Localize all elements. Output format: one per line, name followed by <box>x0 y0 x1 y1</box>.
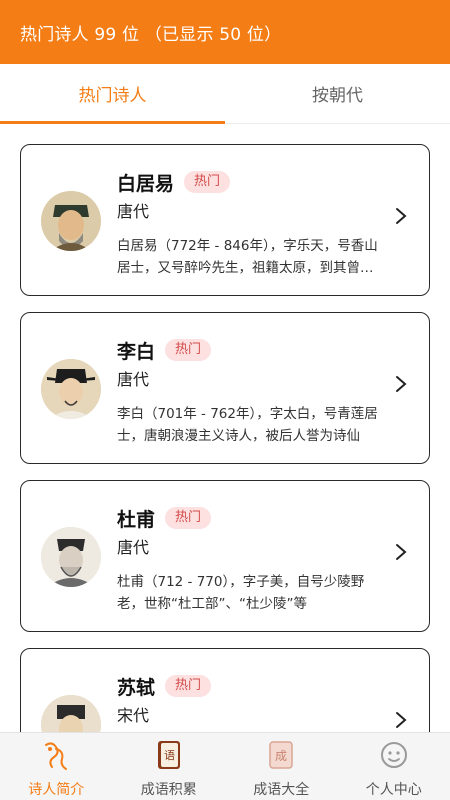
idiom-book-icon: 语 <box>157 741 180 769</box>
nav-item-idiom-collection[interactable]: 成 成语大全 <box>225 733 338 800</box>
poet-card[interactable]: 杜甫 热门 唐代 杜甫（712 - 770），字子美，自号少陵野老，世称“杜工部… <box>20 480 430 632</box>
chevron-right-icon <box>396 376 407 392</box>
poet-name: 苏轼 <box>117 676 156 699</box>
poet-card[interactable]: 白居易 热门 唐代 白居易（772年 - 846年），字乐天，号香山居士，又号醉… <box>20 144 430 296</box>
nav-item-poets[interactable]: 诗人简介 <box>0 733 113 800</box>
poet-dynasty: 宋代 <box>117 706 150 725</box>
poet-name: 杜甫 <box>117 508 156 531</box>
hot-badge: 热门 <box>165 507 212 529</box>
poet-dynasty: 唐代 <box>117 370 150 389</box>
poet-name: 白居易 <box>117 172 175 195</box>
poet-name: 李白 <box>117 340 156 363</box>
svg-text:语: 语 <box>164 749 175 762</box>
poet-card[interactable]: 李白 热门 唐代 李白（701年 - 762年），字太白，号青莲居士，唐朝浪漫主… <box>20 312 430 464</box>
top-app-bar: 热门诗人 99 位 （已显示 50 位） <box>0 0 450 64</box>
poet-description: 杜甫（712 - 770），字子美，自号少陵野老，世称“杜工部”、“杜少陵”等 <box>117 574 365 612</box>
chevron-right-icon <box>396 208 407 224</box>
nav-label: 成语大全 <box>253 782 310 798</box>
chevron-right-icon <box>396 712 407 728</box>
tab-hot-poets[interactable]: 热门诗人 <box>0 64 225 124</box>
nav-label: 成语积累 <box>140 782 197 798</box>
profile-face-icon <box>380 742 407 768</box>
hot-badge: 热门 <box>165 339 212 361</box>
tab-by-dynasty[interactable]: 按朝代 <box>225 64 450 123</box>
hot-badge: 热门 <box>165 675 212 697</box>
poet-dynasty: 唐代 <box>117 202 150 221</box>
poet-portrait <box>41 191 101 251</box>
poet-portrait <box>41 359 101 419</box>
poet-list[interactable]: 白居易 热门 唐代 白居易（772年 - 846年），字乐天，号香山居士，又号醉… <box>0 124 450 732</box>
chevron-right-icon <box>396 544 407 560</box>
poet-card[interactable]: 苏轼 热门 宋代 <box>20 648 430 732</box>
nav-label: 诗人简介 <box>28 782 85 798</box>
idiom-collection-icon: 成 <box>269 741 293 769</box>
tab-bar: 热门诗人 按朝代 <box>0 64 450 124</box>
poet-portrait <box>41 527 101 587</box>
poet-dynasty: 唐代 <box>117 538 150 557</box>
poet-description: 李白（701年 - 762年），字太白，号青莲居士，唐朝浪漫主义诗人，被后人誉为… <box>117 406 378 444</box>
poet-description: 白居易（772年 - 846年），字乐天，号香山居士，又号醉吟先生，祖籍太原，到… <box>117 238 378 276</box>
svg-text:成: 成 <box>275 749 287 763</box>
page-title: 热门诗人 99 位 （已显示 50 位） <box>20 24 282 45</box>
hot-badge: 热门 <box>184 171 231 193</box>
bottom-navigation: 诗人简介 语 成语积累 成 成语大全 个人中心 <box>0 732 450 800</box>
nav-item-idiom-accumulation[interactable]: 语 成语积累 <box>113 733 226 800</box>
nav-label: 个人中心 <box>365 782 422 798</box>
poet-portrait <box>41 695 101 732</box>
poet-icon <box>45 742 68 770</box>
nav-item-profile[interactable]: 个人中心 <box>338 733 450 800</box>
